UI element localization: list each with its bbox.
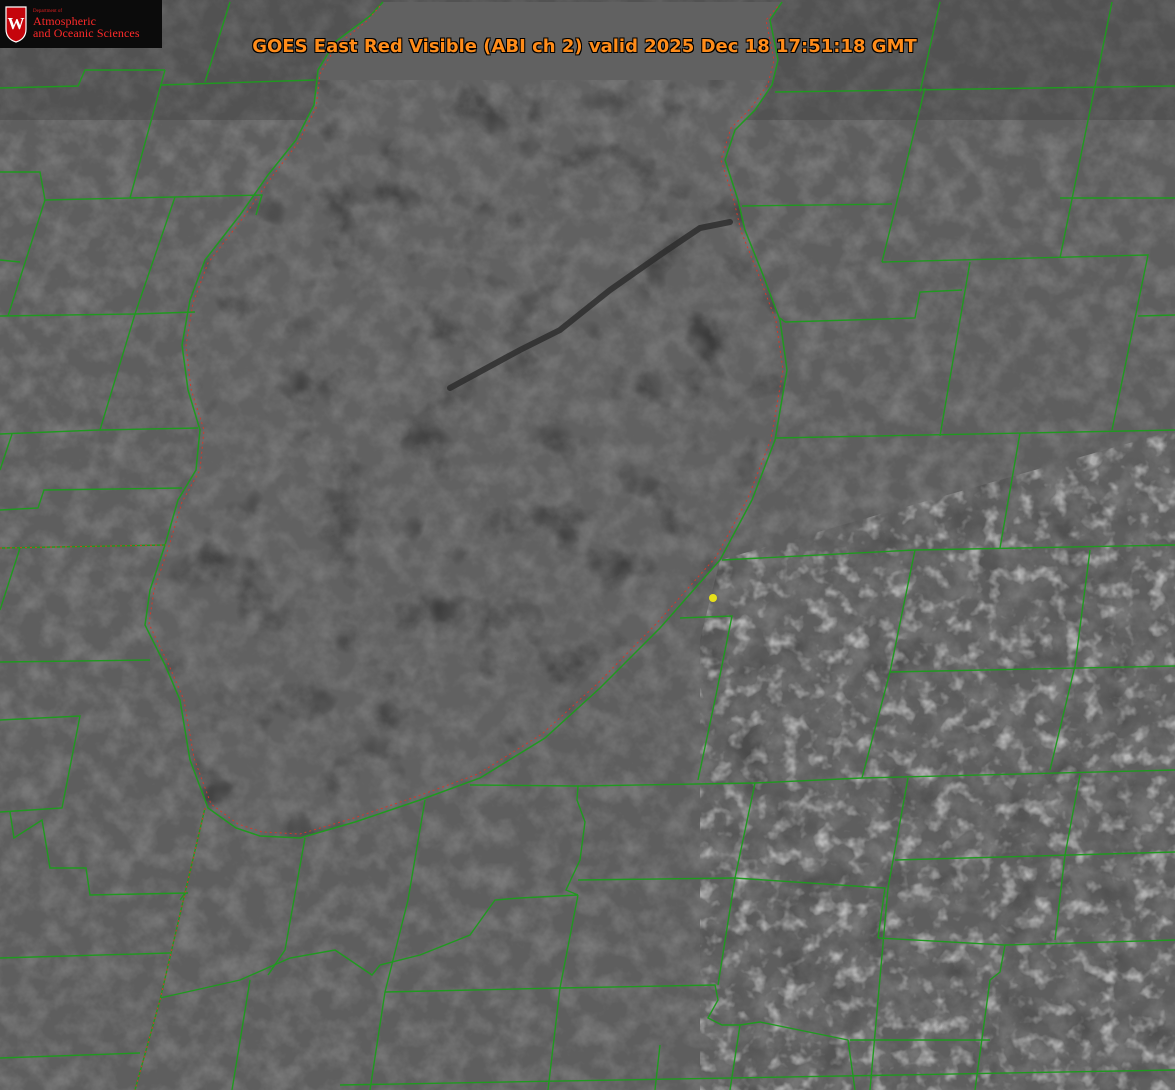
location-marker — [709, 594, 717, 602]
satellite-map — [0, 0, 1175, 1090]
image-title: GOES East Red Visible (ABI ch 2) valid 2… — [252, 36, 917, 57]
svg-text:W: W — [8, 14, 25, 33]
satellite-image-viewer: W Department of Atmospheric and Oceanic … — [0, 0, 1175, 1090]
